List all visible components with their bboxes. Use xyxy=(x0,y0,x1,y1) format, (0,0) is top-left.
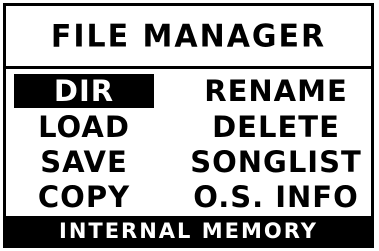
menu-item-save[interactable]: SAVE xyxy=(14,145,154,179)
menu-item-rename[interactable]: RENAME xyxy=(186,74,366,108)
menu-item-load[interactable]: LOAD xyxy=(14,110,154,144)
memory-status-bar: INTERNAL MEMORY xyxy=(6,216,371,245)
menu-item-dir[interactable]: DIR xyxy=(14,74,154,108)
menu-item-songlist[interactable]: SONGLIST xyxy=(186,145,366,179)
file-menu: DIR LOAD SAVE COPY RENAME DELETE SONGLIS… xyxy=(6,72,371,216)
title-bar: FILE MANAGER xyxy=(6,6,371,66)
title-divider xyxy=(6,66,371,69)
lcd-screen: FILE MANAGER DIR LOAD SAVE COPY RENAME D… xyxy=(3,3,374,248)
menu-item-copy[interactable]: COPY xyxy=(14,180,154,214)
page-title: FILE MANAGER xyxy=(50,17,327,55)
menu-item-os-info[interactable]: O.S. INFO xyxy=(186,180,366,214)
menu-item-delete[interactable]: DELETE xyxy=(186,110,366,144)
